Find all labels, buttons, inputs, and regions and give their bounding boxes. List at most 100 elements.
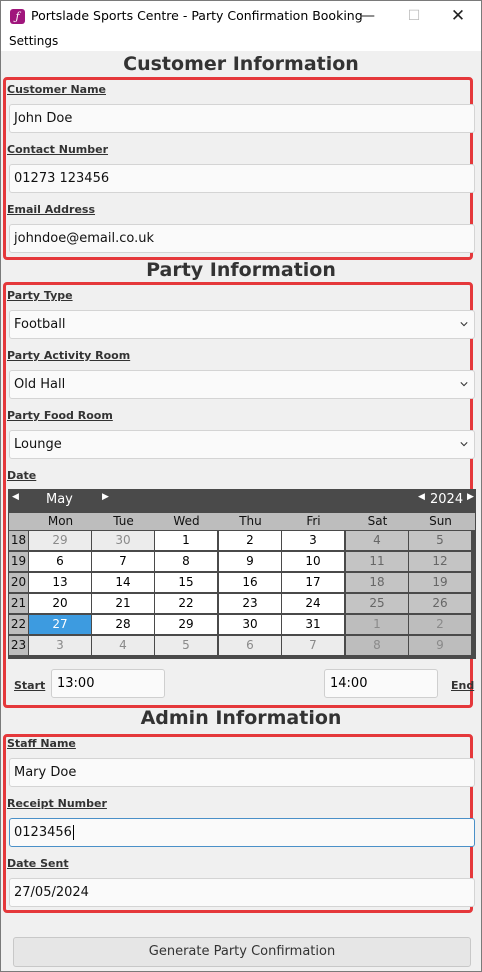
calendar-day[interactable]: 9 [219, 552, 281, 571]
calendar-day[interactable]: 4 [92, 636, 154, 655]
calendar-day[interactable]: 14 [92, 573, 154, 592]
calendar-day[interactable]: 9 [409, 636, 471, 655]
staff-name-label: Staff Name [7, 737, 76, 750]
app-window: ƒ Portslade Sports Centre - Party Confir… [0, 0, 482, 972]
activity-room-label: Party Activity Room [7, 349, 131, 362]
contact-number-input[interactable]: 01273 123456 [9, 164, 475, 193]
food-room-select[interactable]: Lounge [9, 430, 475, 459]
date-sent-input[interactable]: 27/05/2024 [9, 878, 475, 907]
calendar-day[interactable]: 20 [29, 594, 91, 613]
calendar-day[interactable]: 27 [29, 615, 91, 634]
calendar-day[interactable]: 31 [282, 615, 344, 634]
prev-month-arrow-icon[interactable]: ◀ [12, 492, 19, 502]
generate-confirmation-button[interactable]: Generate Party Confirmation [13, 937, 471, 967]
calendar-day[interactable]: 7 [92, 552, 154, 571]
party-type-value: Football [14, 317, 66, 332]
calendar-day[interactable]: 6 [29, 552, 91, 571]
calendar-week-number: 20 [9, 573, 28, 592]
calendar-dow-wed: Wed [173, 514, 200, 528]
close-button[interactable]: ✕ [435, 1, 481, 32]
calendar-dow-sat: Sat [367, 514, 388, 528]
customer-name-label: Customer Name [7, 83, 106, 96]
email-input[interactable]: johndoe@email.co.uk [9, 224, 475, 253]
app-logo-icon: ƒ [10, 9, 25, 24]
party-type-label: Party Type [7, 289, 73, 302]
calendar-day[interactable]: 1 [155, 531, 217, 550]
calendar-day[interactable]: 30 [219, 615, 281, 634]
calendar-dow-tue: Tue [113, 514, 134, 528]
calendar-day[interactable]: 2 [219, 531, 281, 550]
calendar-day[interactable]: 5 [155, 636, 217, 655]
text-caret [72, 825, 74, 840]
staff-name-input[interactable]: Mary Doe [9, 758, 475, 787]
calendar-day[interactable]: 29 [29, 531, 91, 550]
calendar-week-number: 21 [9, 594, 28, 613]
calendar-day[interactable]: 10 [282, 552, 344, 571]
calendar-month: May [46, 492, 73, 507]
calendar-day[interactable]: 8 [346, 636, 408, 655]
calendar-day[interactable]: 3 [282, 531, 344, 550]
calendar-day[interactable]: 25 [346, 594, 408, 613]
calendar-day[interactable]: 29 [155, 615, 217, 634]
admin-section-title: Admin Information [140, 707, 342, 729]
calendar-dow-mon: Mon [47, 514, 74, 528]
calendar-day[interactable]: 26 [409, 594, 471, 613]
contact-number-label: Contact Number [7, 143, 109, 156]
email-label: Email Address [7, 203, 96, 216]
calendar-day[interactable]: 30 [92, 531, 154, 550]
calendar-day[interactable]: 5 [409, 531, 471, 550]
window-title: Portslade Sports Centre - Party Confirma… [31, 8, 363, 23]
receipt-number-input[interactable]: 0123456 [9, 818, 475, 847]
calendar-header: ◀ May ▶ ◀ 2024 ▶ [8, 489, 476, 512]
calendar-dow-sun: Sun [429, 514, 452, 528]
calendar-day[interactable]: 21 [92, 594, 154, 613]
customer-section-title: Customer Information [123, 53, 359, 75]
calendar-week-number: 18 [9, 531, 28, 550]
next-year-arrow-icon[interactable]: ▶ [467, 492, 474, 502]
calendar-dow-thu: Thu [239, 514, 262, 528]
prev-year-arrow-icon[interactable]: ◀ [418, 492, 425, 502]
date-sent-label: Date Sent [7, 857, 69, 870]
calendar-week-number: 19 [9, 552, 28, 571]
calendar-day[interactable]: 24 [282, 594, 344, 613]
customer-name-input[interactable]: John Doe [9, 104, 475, 133]
title-bar: ƒ Portslade Sports Centre - Party Confir… [1, 1, 481, 32]
activity-room-select[interactable]: Old Hall [9, 370, 475, 399]
party-type-select[interactable]: Football [9, 310, 475, 339]
calendar-day[interactable]: 1 [346, 615, 408, 634]
food-room-label: Party Food Room [7, 409, 113, 422]
calendar-day[interactable]: 11 [346, 552, 408, 571]
food-room-value: Lounge [14, 437, 62, 452]
calendar-day[interactable]: 18 [346, 573, 408, 592]
activity-room-value: Old Hall [14, 377, 66, 392]
calendar-day[interactable]: 16 [219, 573, 281, 592]
calendar-day[interactable]: 28 [92, 615, 154, 634]
next-month-arrow-icon[interactable]: ▶ [102, 492, 109, 502]
calendar-day[interactable]: 2 [409, 615, 471, 634]
calendar-day[interactable]: 12 [409, 552, 471, 571]
date-label: Date [7, 469, 37, 482]
menu-settings[interactable]: Settings [9, 34, 58, 48]
calendar-dow-fri: Fri [306, 514, 321, 528]
calendar-day[interactable]: 7 [282, 636, 344, 655]
calendar-week-number: 23 [9, 636, 28, 655]
calendar-week-number: 22 [9, 615, 28, 634]
calendar-day[interactable]: 8 [155, 552, 217, 571]
maximize-button[interactable]: ☐ [391, 1, 437, 32]
date-calendar: ◀ May ▶ ◀ 2024 ▶ Mon Tue Wed Thu Fri Sat Sun 1… [8, 489, 476, 659]
calendar-day[interactable]: 3 [29, 636, 91, 655]
start-time-label: Start [14, 679, 46, 692]
calendar-day[interactable]: 15 [155, 573, 217, 592]
calendar-day[interactable]: 22 [155, 594, 217, 613]
start-time-input[interactable]: 13:00 [51, 669, 165, 698]
chevron-down-icon [460, 382, 468, 387]
end-time-input[interactable]: 14:00 [324, 669, 438, 698]
calendar-day[interactable]: 23 [219, 594, 281, 613]
minimize-button[interactable]: — [345, 1, 391, 32]
calendar-day[interactable]: 4 [346, 531, 408, 550]
calendar-day[interactable]: 6 [219, 636, 281, 655]
calendar-day[interactable]: 17 [282, 573, 344, 592]
calendar-year: 2024 [430, 492, 464, 507]
calendar-day[interactable]: 13 [29, 573, 91, 592]
calendar-day[interactable]: 19 [409, 573, 471, 592]
